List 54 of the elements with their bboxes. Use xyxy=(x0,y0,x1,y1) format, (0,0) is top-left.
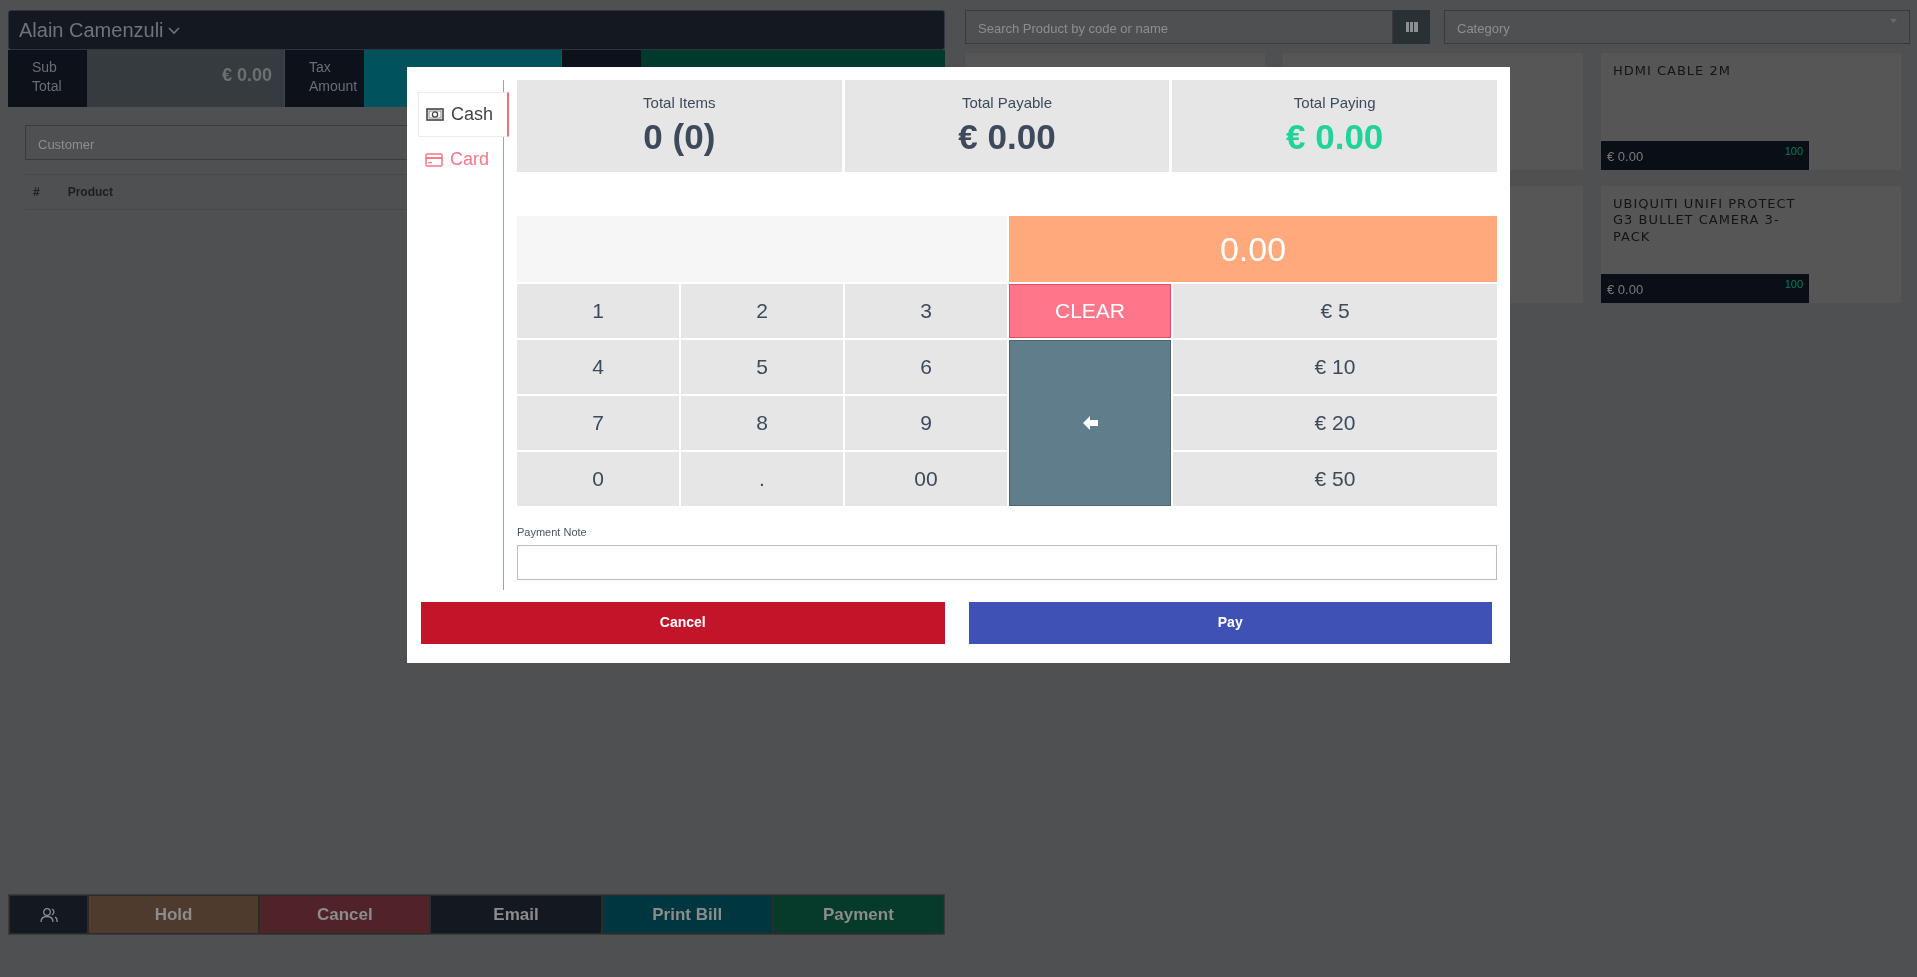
payment-method-tab[interactable]: Cash xyxy=(418,92,509,137)
keypad-key[interactable]: 2 xyxy=(681,284,843,338)
barcode-button[interactable] xyxy=(1393,10,1430,44)
product-name: UBIQUITI UNIFI PROTECT G3 BULLET CAMERA 3-PACK xyxy=(1612,195,1797,245)
action-button[interactable]: Email xyxy=(430,895,602,934)
stat-label: Total Items xyxy=(642,93,717,113)
user-menu[interactable]: Alain Camenzuli xyxy=(8,10,945,50)
stat-value: € 0.00 xyxy=(957,115,1057,158)
barcode-icon xyxy=(1405,22,1418,32)
customers-button[interactable] xyxy=(9,895,88,934)
backspace-button[interactable] xyxy=(1009,340,1171,506)
banknote-icon xyxy=(426,108,444,121)
product-card[interactable]: UBIQUITI UNIFI PROTECT G3 BULLET CAMERA 3-PACK € 0.00 100 xyxy=(1601,186,1901,303)
totals-label: Sub Total xyxy=(8,50,87,107)
keypad-key[interactable]: 5 xyxy=(681,340,843,394)
stat-value: 0 (0) xyxy=(642,115,717,158)
keypad-key[interactable]: 9 xyxy=(845,396,1007,450)
totals-label: Tax Amount xyxy=(285,50,364,107)
field-label: Payment Note xyxy=(517,525,588,540)
keypad-key[interactable]: 00 xyxy=(845,452,1007,506)
column-header: # xyxy=(33,184,40,201)
action-button[interactable]: Print Bill xyxy=(601,895,773,934)
stock-count: 100 xyxy=(1784,144,1803,159)
action-button[interactable]: Payment xyxy=(772,895,944,934)
users-icon xyxy=(39,906,58,923)
keypad-key[interactable]: 1 xyxy=(517,284,679,338)
product-price: € 0.00 xyxy=(1607,148,1644,166)
keypad-key[interactable]: € 50 xyxy=(1173,452,1497,506)
action-button[interactable]: Cancel xyxy=(259,895,431,934)
payment-note-field[interactable] xyxy=(517,544,1497,580)
left-arrow-icon xyxy=(1081,415,1099,431)
credit-card-icon xyxy=(425,152,443,167)
amount-display: 0.00 xyxy=(1009,216,1497,282)
keypad-key[interactable]: 8 xyxy=(681,396,843,450)
keypad-key[interactable]: € 20 xyxy=(1173,396,1497,450)
pay-button[interactable]: Pay xyxy=(968,601,1492,644)
keypad-key[interactable]: 4 xyxy=(517,340,679,394)
keypad-key[interactable]: . xyxy=(681,452,843,506)
stat-value: € 0.00 xyxy=(1285,115,1385,158)
keypad-key[interactable]: € 10 xyxy=(1173,340,1497,394)
keypad-key[interactable]: € 5 xyxy=(1173,284,1497,338)
keypad-key[interactable]: 3 xyxy=(845,284,1007,338)
product-price: € 0.00 xyxy=(1607,281,1644,299)
chevron-down-icon xyxy=(167,25,180,35)
stat-label: Total Payable xyxy=(960,93,1053,113)
keypad-key[interactable]: 6 xyxy=(845,340,1007,394)
product-name: HDMI CABLE 2M xyxy=(1612,62,1732,80)
cancel-button[interactable]: Cancel xyxy=(421,601,945,644)
product-card[interactable]: HDMI CABLE 2M € 0.00 100 xyxy=(1601,53,1901,170)
stat-label: Total Paying xyxy=(1292,93,1377,113)
user-name[interactable]: Alain Camenzuli xyxy=(19,15,164,45)
stock-count: 100 xyxy=(1784,277,1803,292)
keypad-key[interactable]: 0 xyxy=(517,452,679,506)
keypad-key[interactable]: 7 xyxy=(517,396,679,450)
